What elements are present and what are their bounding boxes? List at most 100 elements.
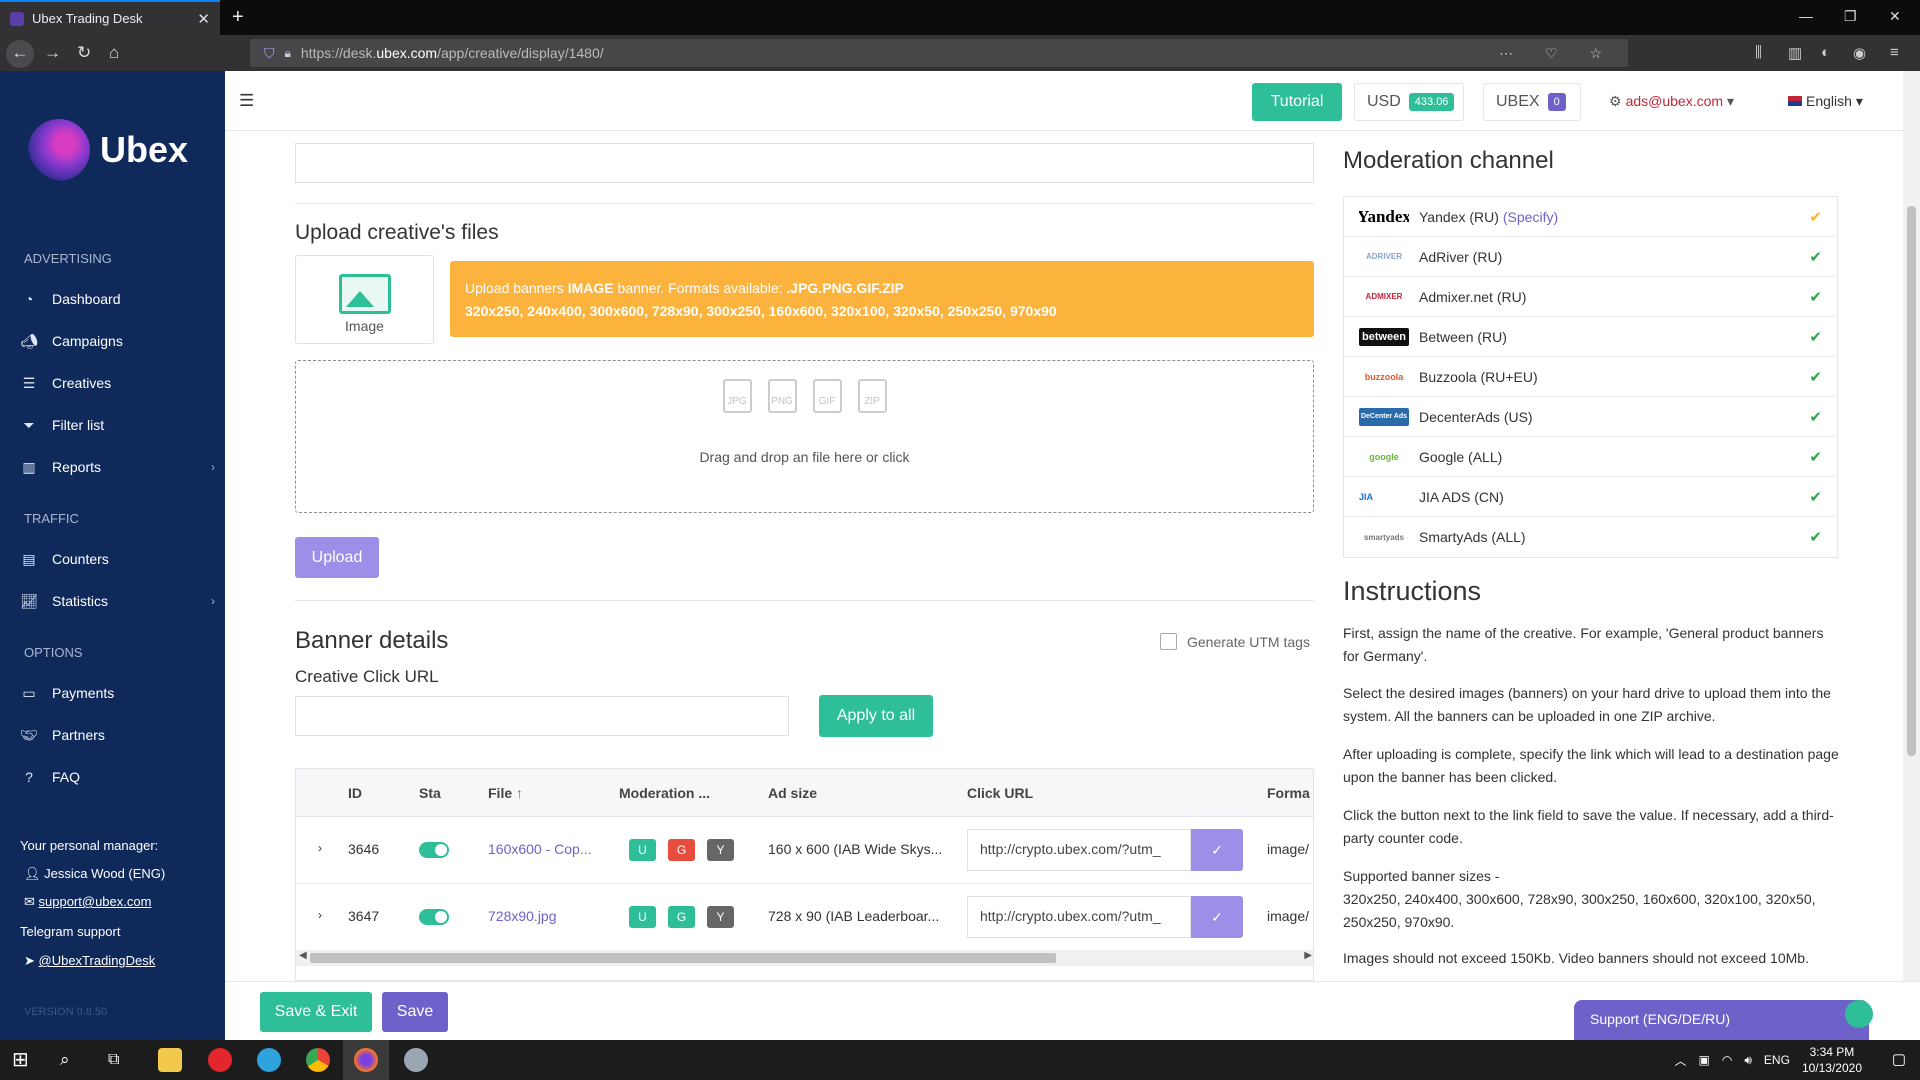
status-toggle[interactable] (419, 909, 449, 925)
instruction-paragraph: Select the desired images (banners) on y… (1343, 685, 1831, 724)
usd-balance[interactable]: USD 433.06 (1354, 83, 1464, 121)
save-and-exit-button[interactable]: Save & Exit (260, 992, 372, 1032)
library-icon[interactable]: ⫼ (1755, 44, 1762, 61)
sidebar-item-statistics[interactable]: 📈︎ Statistics › (20, 587, 215, 615)
close-tab-icon[interactable]: ✕ (197, 10, 210, 28)
firefox-icon[interactable] (354, 1048, 378, 1072)
sidebar-item-faq[interactable]: ? FAQ (20, 763, 215, 791)
search-icon[interactable]: ⌕ (60, 1048, 84, 1072)
sidebar-item-payments[interactable]: ▭ Payments (20, 679, 215, 707)
telegram-app-icon[interactable] (257, 1048, 281, 1072)
row-click-url-input[interactable]: http://crypto.ubex.com/?utm_ (967, 896, 1191, 938)
instruction-paragraph: Click the button next to the link field … (1343, 807, 1834, 846)
tray-volume-icon[interactable]: 🔊︎ (1744, 1053, 1752, 1068)
scrollbar-thumb[interactable] (310, 953, 1056, 963)
column-moderation[interactable]: Moderation ... (619, 785, 710, 801)
utm-checkbox[interactable] (1160, 633, 1177, 650)
sidebar-item-creatives[interactable]: ☰ Creatives (20, 369, 215, 397)
scroll-right-icon[interactable]: ▶ (1304, 950, 1312, 961)
back-icon[interactable]: ← (6, 40, 34, 68)
dashboard-icon: ◔ (24, 291, 34, 307)
expand-row-icon[interactable]: › (318, 841, 322, 855)
manager-email-link[interactable]: support@ubex.com (39, 894, 152, 909)
channel-yandex: Yandex Yandex (RU) (Specify) ✔ (1344, 197, 1837, 237)
restore-icon[interactable]: ❐ (1844, 8, 1857, 25)
sidebar-toggle-icon[interactable]: ▥ (1788, 44, 1802, 62)
row-click-url-input[interactable]: http://crypto.ubex.com/?utm_ (967, 829, 1191, 871)
column-click-url[interactable]: Click URL (967, 785, 1033, 801)
column-format[interactable]: Forma (1267, 785, 1310, 801)
ubex-balance[interactable]: UBEX 0 (1483, 83, 1581, 121)
tray-language[interactable]: ENG (1764, 1053, 1790, 1067)
chrome-icon[interactable] (306, 1048, 330, 1072)
check-icon: ✔ (1809, 289, 1822, 306)
home-icon[interactable]: ⌂ (109, 43, 119, 63)
scroll-left-icon[interactable]: ◀ (299, 950, 307, 961)
extension-icon[interactable]: ◐ (1821, 44, 1830, 61)
windows-start-icon[interactable]: ⊞ (12, 1048, 36, 1072)
caret-down-icon: ▾ (1855, 93, 1863, 109)
lock-icon[interactable]: 🔒︎ (285, 46, 291, 61)
expand-row-icon[interactable]: › (318, 908, 322, 922)
opera-icon[interactable] (208, 1048, 232, 1072)
apply-to-all-button[interactable]: Apply to all (819, 695, 933, 737)
sidebar-item-counters[interactable]: ▤ Counters (20, 545, 215, 573)
tutorial-button[interactable]: Tutorial (1252, 83, 1342, 121)
column-ad-size[interactable]: Ad size (768, 785, 817, 801)
sidebar-item-label: Counters (52, 551, 109, 567)
page-scrollbar[interactable] (1903, 71, 1920, 1040)
tray-wifi-icon[interactable]: ◠ (1722, 1053, 1732, 1067)
scrollbar-thumb[interactable] (1907, 206, 1916, 756)
section-options: OPTIONS (24, 645, 83, 660)
sidebar-item-label: Dashboard (52, 291, 121, 307)
task-view-icon[interactable]: ⧉ (108, 1048, 132, 1072)
sidebar-item-reports[interactable]: ▥ Reports › (20, 453, 215, 481)
address-bar[interactable]: ⛉ 🔒︎ https://desk. ubex.com/app/creative/… (250, 39, 1628, 67)
tray-chevron-icon[interactable]: ︿ (1675, 1052, 1687, 1069)
save-url-check-button[interactable]: ✓ (1191, 829, 1243, 871)
browser-tab[interactable]: Ubex Trading Desk ✕ (0, 0, 220, 35)
profile-icon[interactable]: ◉ (1853, 44, 1866, 62)
new-tab-icon[interactable]: + (232, 6, 244, 29)
language-dropdown[interactable]: English ▾ (1788, 93, 1863, 110)
file-dropzone[interactable]: JPG PNG GIF ZIP Drag and drop an file he… (295, 360, 1314, 513)
upload-button[interactable]: Upload (295, 537, 379, 578)
utm-checkbox-row[interactable]: Generate UTM tags (1160, 633, 1310, 650)
status-toggle[interactable] (419, 842, 449, 858)
account-dropdown[interactable]: ⚙ ads@ubex.com ▾ (1609, 93, 1734, 110)
minimize-icon[interactable]: — (1799, 8, 1813, 24)
app-icon[interactable] (404, 1048, 428, 1072)
reload-icon[interactable]: ↻ (77, 43, 91, 63)
save-url-check-button[interactable]: ✓ (1191, 896, 1243, 938)
sidebar-item-campaigns[interactable]: 📣︎ Campaigns (20, 327, 215, 355)
image-type-tile[interactable]: Image (295, 255, 434, 344)
save-button[interactable]: Save (382, 992, 448, 1032)
row-file-link[interactable]: 728x90.jpg (488, 908, 557, 924)
forward-icon[interactable]: → (44, 43, 61, 63)
clock[interactable]: 3:34 PM 10/13/2020 (1802, 1044, 1862, 1076)
browser-tab-title: Ubex Trading Desk (32, 11, 143, 26)
menu-icon[interactable]: ≡ (1890, 44, 1899, 61)
notice-line-1: Upload banners IMAGE banner. Formats ava… (465, 277, 1299, 300)
ubex-logo[interactable]: Ubex (28, 119, 188, 181)
tracking-shield-icon[interactable]: ⛉ (264, 45, 275, 62)
column-status[interactable]: Sta (419, 785, 441, 801)
row-file-link[interactable]: 160x600 - Cop... (488, 841, 592, 857)
column-file[interactable]: File ↑ (488, 785, 523, 801)
close-window-icon[interactable]: ✕ (1889, 8, 1901, 25)
file-explorer-icon[interactable] (158, 1048, 182, 1072)
support-chat-widget[interactable]: Support (ENG/DE/RU) (1574, 1000, 1873, 1040)
sidebar-item-partners[interactable]: 🤝︎ Partners (20, 721, 215, 749)
notifications-icon[interactable]: ▢ (1892, 1050, 1906, 1068)
hamburger-menu-icon[interactable]: ☰ (239, 91, 254, 111)
table-horizontal-scrollbar[interactable]: ◀ ▶ (296, 950, 1313, 966)
sidebar-item-dashboard[interactable]: ◔ Dashboard (20, 285, 215, 313)
column-id[interactable]: ID (348, 785, 362, 801)
page-actions-icons[interactable]: ⋯ ♡ ☆ (1499, 45, 1616, 62)
click-url-input[interactable] (295, 696, 789, 736)
telegram-link[interactable]: @UbexTradingDesk (39, 953, 156, 968)
creative-name-input[interactable] (295, 143, 1314, 183)
specify-link[interactable]: (Specify) (1503, 209, 1558, 225)
sidebar-item-filter-list[interactable]: ⏷ Filter list (20, 411, 215, 439)
tray-network-icon[interactable]: ▣ (1699, 1053, 1710, 1067)
